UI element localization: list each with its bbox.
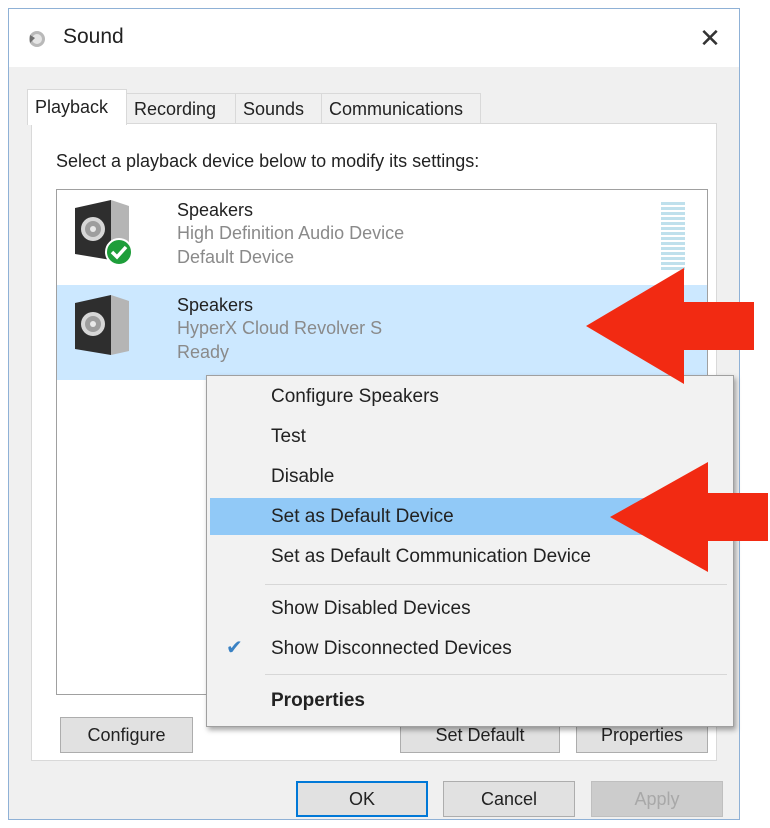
device-status: Default Device (177, 247, 295, 267)
device-description: High Definition Audio Device (177, 223, 405, 243)
menu-item-show-disabled-devices[interactable]: Show Disabled Devices (210, 590, 730, 627)
instruction-text: Select a playback device below to modify… (56, 151, 480, 171)
device-name: Speakers (177, 200, 254, 220)
speaker-icon (75, 295, 129, 355)
annotation-arrow-icon (586, 268, 754, 384)
menu-separator (265, 584, 727, 585)
title-bar: Sound ✕ (9, 9, 739, 67)
annotation-arrow-icon (610, 462, 768, 572)
default-check-icon (105, 238, 133, 266)
configure-button[interactable]: Configure (60, 717, 193, 753)
menu-item-label: Properties (271, 690, 365, 711)
tab-sounds[interactable]: Sounds (235, 93, 322, 123)
device-name: Speakers (177, 295, 254, 315)
menu-item-label: Disable (271, 466, 335, 487)
apply-button[interactable]: Apply (591, 781, 723, 817)
cancel-button[interactable]: Cancel (443, 781, 575, 817)
menu-separator (265, 674, 727, 675)
menu-item-label: Show Disabled Devices (271, 598, 471, 619)
checkmark-icon: ✔ (226, 637, 243, 659)
menu-item-label: Show Disconnected Devices (271, 638, 512, 659)
device-status: Ready (177, 342, 230, 362)
close-button[interactable]: ✕ (681, 9, 739, 67)
volume-level-meter (661, 202, 685, 274)
menu-item-label: Configure Speakers (271, 386, 439, 407)
tab-recording[interactable]: Recording (126, 93, 236, 123)
speaker-icon (75, 200, 133, 266)
sound-icon (29, 31, 45, 47)
menu-item-properties[interactable]: Properties (210, 682, 730, 719)
tab-playback[interactable]: Playback (27, 89, 127, 125)
menu-item-label: Set as Default Device (271, 506, 454, 527)
menu-item-label: Set as Default Communication Device (271, 546, 591, 567)
window-title: Sound (63, 25, 124, 48)
tab-communications[interactable]: Communications (321, 93, 481, 123)
menu-item-show-disconnected-devices[interactable]: ✔ Show Disconnected Devices (210, 630, 730, 667)
device-description: HyperX Cloud Revolver S (177, 318, 383, 338)
menu-item-label: Test (271, 426, 306, 447)
menu-item-test[interactable]: Test (210, 418, 730, 455)
ok-button[interactable]: OK (296, 781, 428, 817)
